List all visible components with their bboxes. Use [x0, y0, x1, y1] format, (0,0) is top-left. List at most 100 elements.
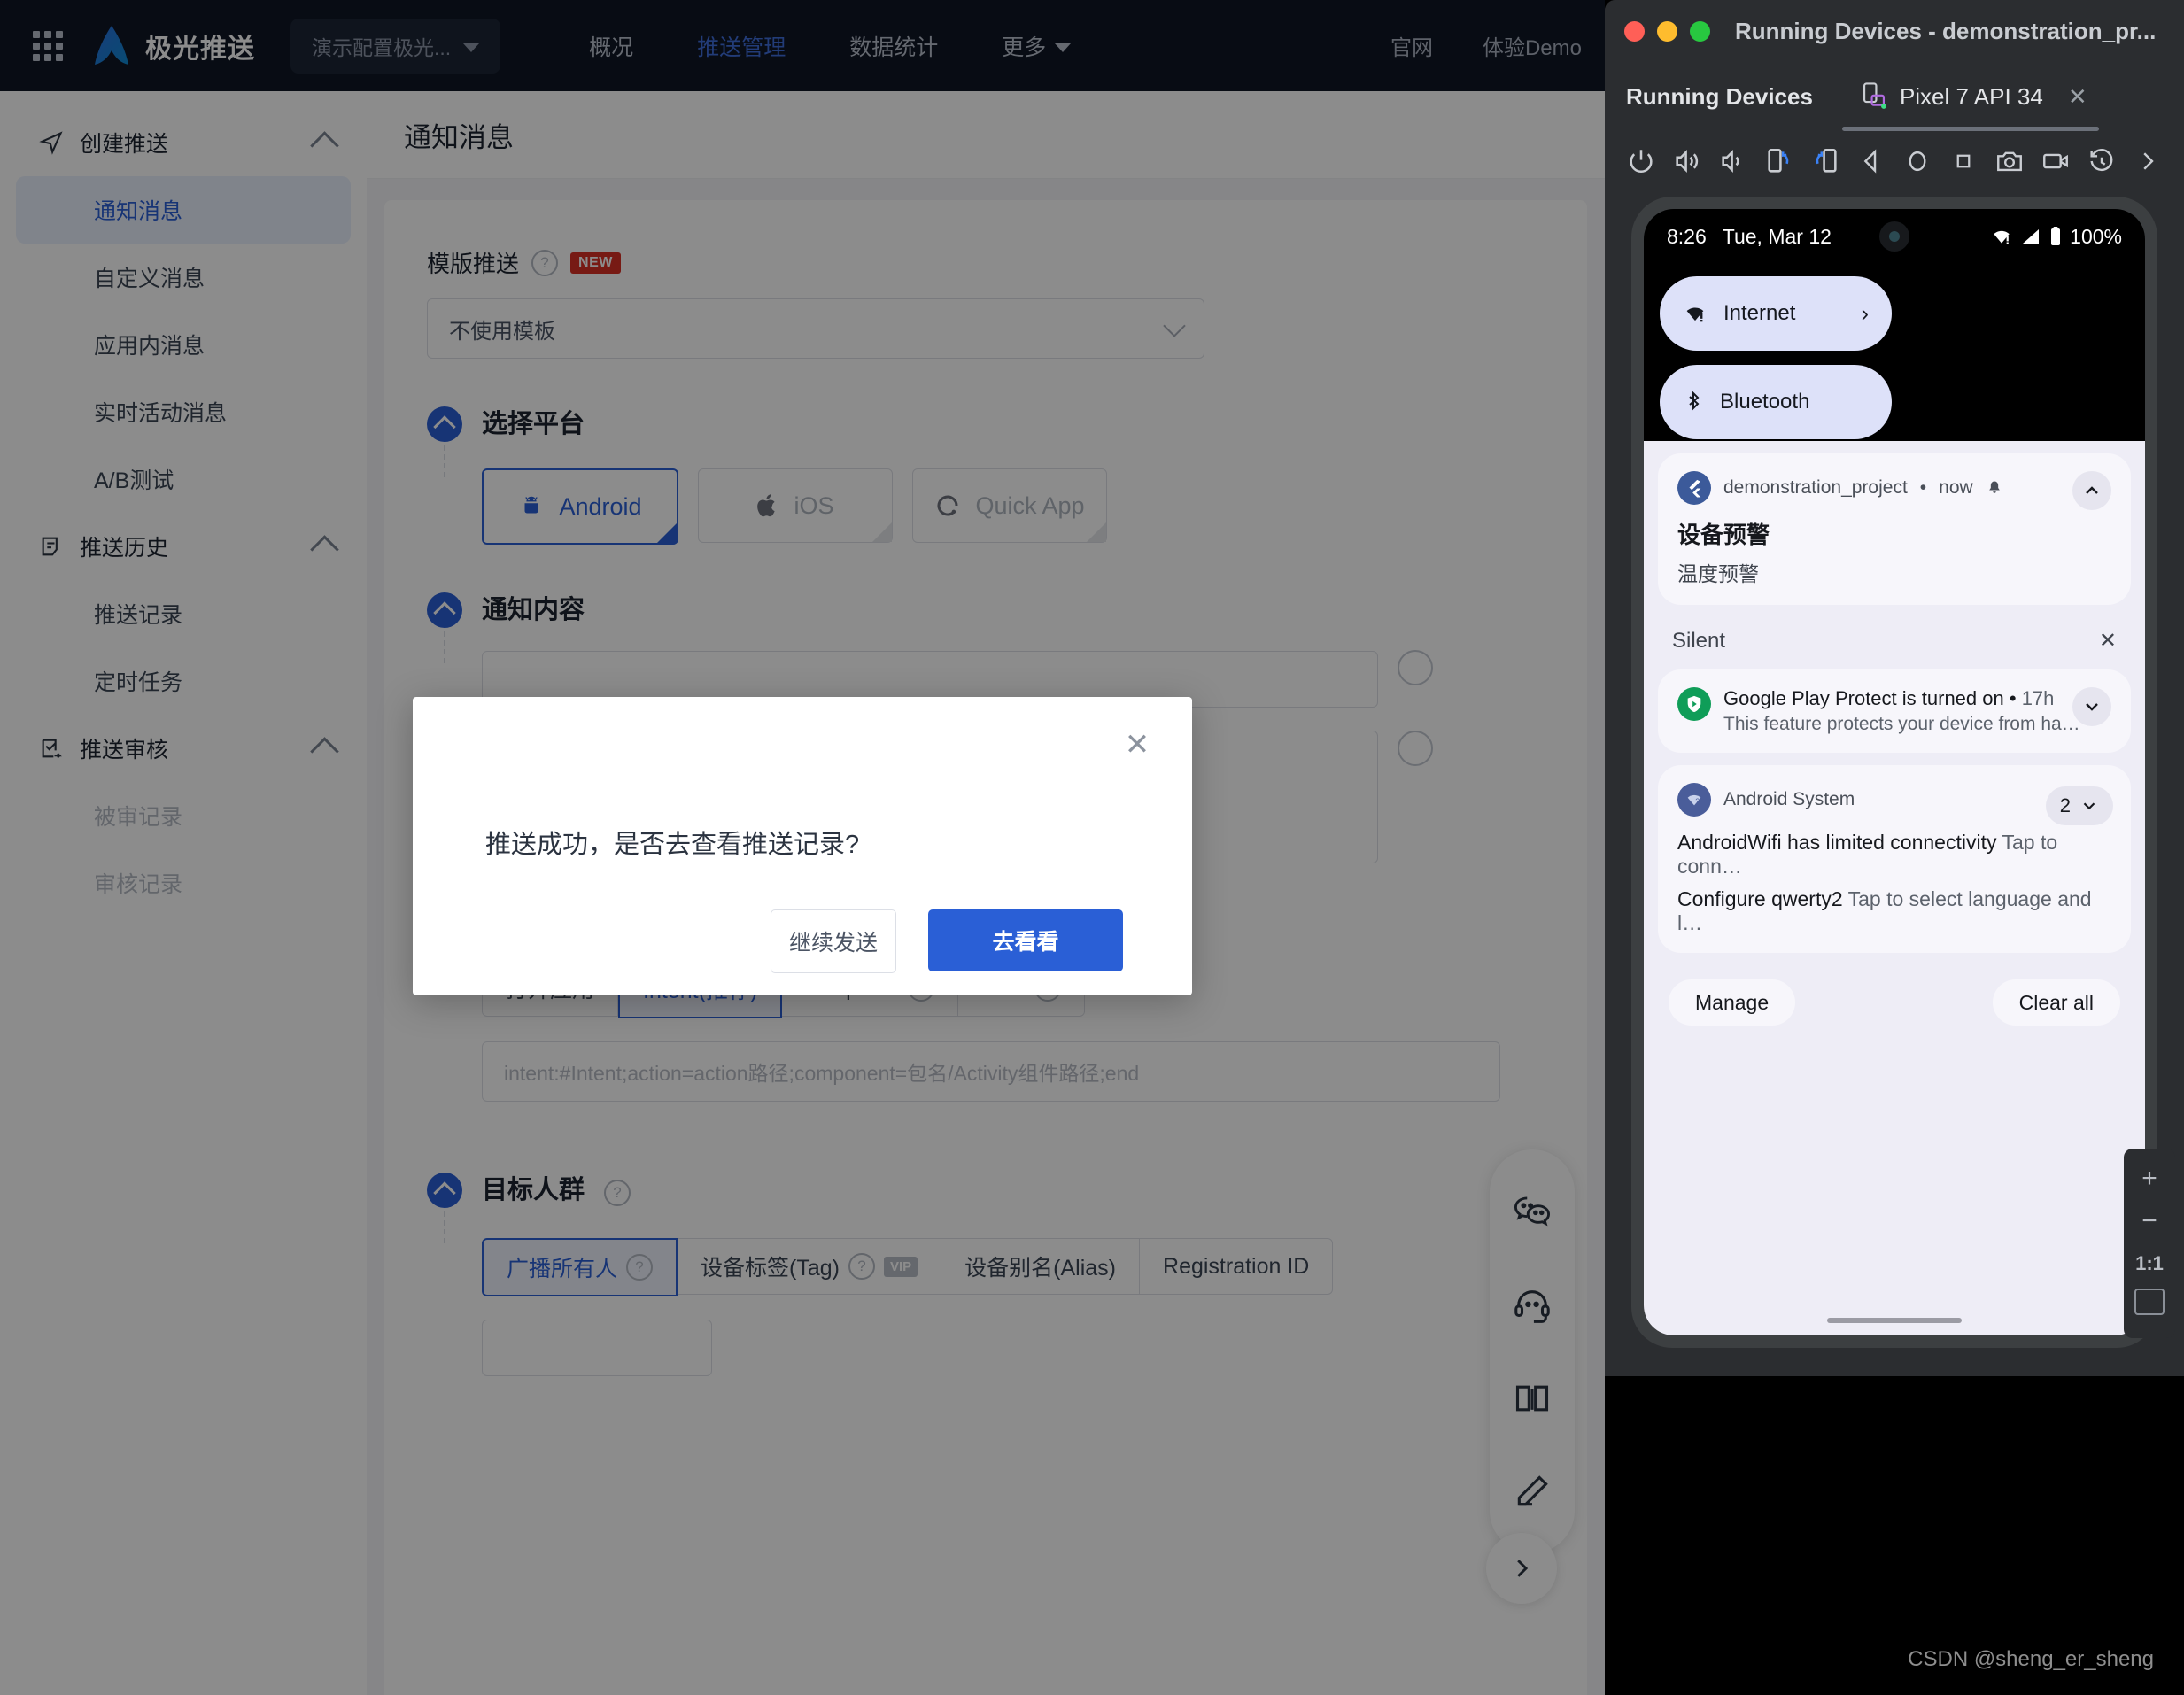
qs-tile-internet[interactable]: Internet ›	[1660, 276, 1892, 351]
qs-tile-label: Internet	[1723, 301, 1795, 326]
watermark: CSDN @sheng_er_sheng	[1908, 1647, 2154, 1672]
silent-section-header: Silent ✕	[1658, 617, 2131, 669]
notification-line-1: AndroidWifi has limited connectivity Tap…	[1677, 831, 2111, 878]
dialog-message: 推送成功，是否去查看推送记录?	[485, 824, 859, 861]
emulator-zoom-controls: + − 1:1	[2124, 1149, 2175, 1338]
notification-separator: •	[2010, 687, 2022, 709]
rotate-left-icon[interactable]	[1759, 141, 1800, 182]
battery-percent: 100%	[2070, 225, 2122, 249]
window-title: Running Devices - demonstration_pr...	[1735, 18, 2156, 45]
battery-icon	[2048, 226, 2063, 247]
window-minimize-icon[interactable]	[1657, 21, 1677, 42]
chevron-up-icon[interactable]	[2072, 471, 2111, 510]
flutter-app-icon	[1677, 471, 1711, 505]
qs-tile-label: Bluetooth	[1720, 390, 1809, 414]
notification-app-name: demonstration_project	[1723, 477, 1908, 499]
button-label: 去看看	[992, 925, 1058, 956]
bluetooth-icon	[1683, 390, 1704, 414]
back-icon[interactable]	[1851, 141, 1892, 182]
status-time: 8:26	[1667, 225, 1707, 249]
dialog-buttons: 继续发送 去看看	[771, 909, 1123, 973]
button-label: Clear all	[2019, 991, 2094, 1015]
device-tab-pixel-7[interactable]: Pixel 7 API 34 ✕	[1861, 81, 2087, 112]
notification-line-2: Configure qwerty2 Tap to select language…	[1677, 887, 2111, 935]
screenshot-icon[interactable]	[1989, 141, 2030, 182]
notification-count-chip[interactable]: 2	[2046, 786, 2113, 825]
wifi-icon	[1683, 303, 1708, 324]
signal-icon	[2020, 227, 2041, 246]
status-bar-right: 100%	[1990, 225, 2122, 249]
notification-row: Google Play Protect is turned on • 17h T…	[1677, 687, 2111, 735]
manage-button[interactable]: Manage	[1669, 979, 1795, 1026]
status-bar: 8:26 Tue, Mar 12	[1644, 209, 2145, 264]
actual-size-button[interactable]: 1:1	[2130, 1246, 2169, 1281]
android-system-wifi-icon: ?	[1677, 783, 1711, 817]
overview-icon[interactable]	[1943, 141, 1984, 182]
play-protect-icon	[1677, 687, 1711, 721]
notification-line-strong: Configure qwerty2	[1677, 887, 1843, 910]
clear-all-button[interactable]: Clear all	[1993, 979, 2120, 1026]
zoom-in-button[interactable]: +	[2130, 1161, 2169, 1196]
notification-text: This feature protects your device from h…	[1723, 714, 2080, 735]
power-icon[interactable]	[1621, 141, 1661, 182]
record-icon[interactable]	[2035, 141, 2076, 182]
more-icon[interactable]	[2127, 141, 2168, 182]
tool-tab-bar: Running Devices Pixel 7 API 34 ✕	[1605, 62, 2184, 131]
tool-window-label: Running Devices	[1626, 83, 1813, 111]
notification-title: 设备预警	[1677, 517, 2111, 550]
home-icon[interactable]	[1897, 141, 1938, 182]
close-icon[interactable]: ✕	[2099, 628, 2117, 654]
notification-time: now	[1939, 477, 1973, 499]
notification-time: 17h	[2022, 687, 2055, 709]
button-label: Manage	[1695, 991, 1769, 1015]
svg-text:?: ?	[1695, 798, 1700, 806]
close-icon[interactable]: ✕	[1119, 727, 1155, 762]
notification-app-row: demonstration_project • now	[1677, 471, 2111, 505]
device-frame: 8:26 Tue, Mar 12	[1631, 197, 2157, 1348]
front-camera-icon	[1879, 221, 1909, 252]
notification-app-name: Android System	[1723, 789, 1855, 810]
close-icon[interactable]: ✕	[2068, 83, 2087, 111]
go-view-records-button[interactable]: 去看看	[928, 909, 1123, 971]
notification-count: 2	[2060, 794, 2071, 817]
notification-text: 温度预警	[1677, 557, 2111, 587]
fit-to-screen-icon[interactable]	[2134, 1289, 2165, 1315]
status-date: Tue, Mar 12	[1723, 225, 1832, 249]
active-tab-underline	[1842, 127, 2099, 131]
notification-shade: demonstration_project • now 设备预警 温度预警 Si…	[1644, 441, 2145, 1335]
chevron-down-icon	[2079, 796, 2099, 816]
running-devices-window: Running Devices - demonstration_pr... Ru…	[1605, 0, 2184, 1376]
zoom-out-button[interactable]: −	[2130, 1204, 2169, 1239]
restore-icon[interactable]	[2081, 141, 2122, 182]
home-gesture-bar[interactable]	[1827, 1318, 1962, 1323]
rotate-right-icon[interactable]	[1805, 141, 1846, 182]
notification-separator: •	[1920, 477, 1926, 499]
notification-title-row: Google Play Protect is turned on • 17h	[1723, 687, 2080, 710]
chevron-right-icon: ›	[1862, 301, 1869, 327]
chevron-down-icon[interactable]	[2072, 687, 2111, 726]
wifi-warning-icon	[1990, 227, 2013, 246]
status-bar-left: 8:26 Tue, Mar 12	[1667, 225, 1832, 249]
window-maximize-icon[interactable]	[1690, 21, 1710, 42]
shade-actions: Manage Clear all	[1658, 965, 2131, 1026]
notification-title: Google Play Protect is turned on	[1723, 687, 2004, 709]
notification-line-strong: AndroidWifi has limited connectivity	[1677, 831, 1996, 854]
continue-sending-button[interactable]: 继续发送	[771, 909, 896, 973]
push-success-dialog: ✕ 推送成功，是否去查看推送记录? 继续发送 去看看	[413, 697, 1192, 995]
volume-up-icon[interactable]	[1667, 141, 1708, 182]
silent-label: Silent	[1672, 629, 1725, 654]
emulator-toolbar	[1605, 131, 2184, 191]
jiguang-push-web-app: 极光推送 演示配置极光... 概况 推送管理 数据统计 更多 官网	[0, 0, 1605, 1695]
window-close-icon[interactable]	[1624, 21, 1645, 42]
qs-tile-bluetooth[interactable]: Bluetooth	[1660, 365, 1892, 439]
device-screen[interactable]: 8:26 Tue, Mar 12	[1644, 209, 2145, 1335]
notification-play-protect[interactable]: Google Play Protect is turned on • 17h T…	[1658, 669, 2131, 753]
button-label: 继续发送	[789, 925, 878, 957]
notification-demonstration-project[interactable]: demonstration_project • now 设备预警 温度预警	[1658, 453, 2131, 605]
window-title-bar: Running Devices - demonstration_pr...	[1605, 0, 2184, 62]
notification-android-system[interactable]: 2 ? Android System	[1658, 765, 2131, 953]
bell-icon	[1986, 479, 2003, 497]
device-tab-label: Pixel 7 API 34	[1900, 83, 2043, 111]
device-icon	[1861, 81, 1887, 112]
volume-down-icon[interactable]	[1713, 141, 1754, 182]
